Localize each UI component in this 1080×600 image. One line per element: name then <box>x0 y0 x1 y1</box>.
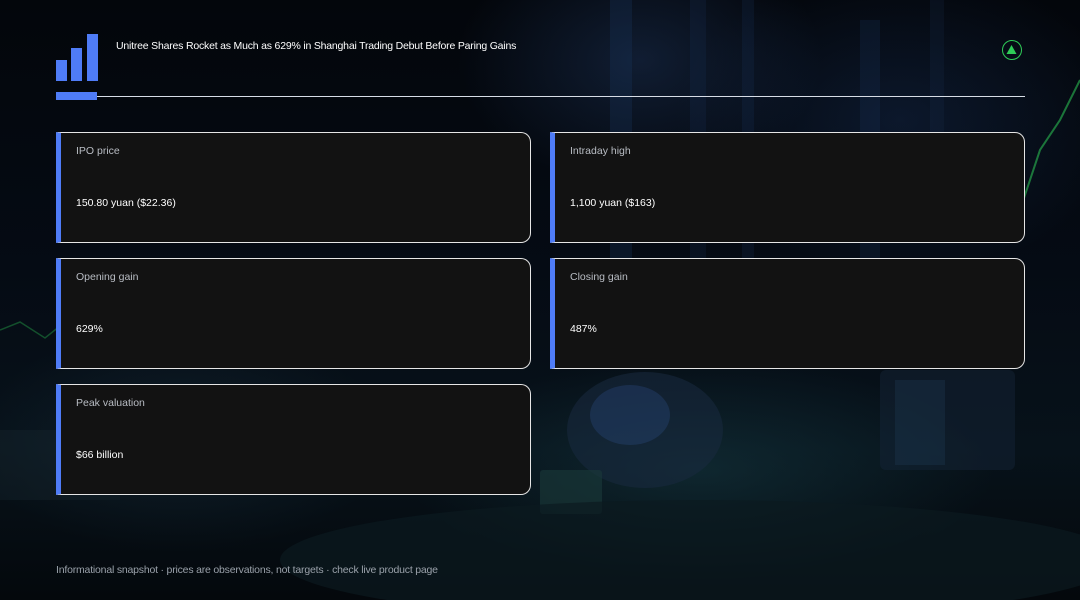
header-divider <box>56 96 1025 97</box>
logo-bar-medium <box>71 48 82 81</box>
stat-card-ipo-price: IPO price 150.80 yuan ($22.36) <box>56 132 531 243</box>
stat-card-peak-valuation: Peak valuation $66 billion <box>56 384 531 495</box>
stat-label: Intraday high <box>570 145 631 157</box>
stat-card-closing-gain: Closing gain 487% <box>550 258 1025 369</box>
stat-label: Opening gain <box>76 271 139 283</box>
logo-bar-tall <box>87 34 98 81</box>
stat-label: IPO price <box>76 145 120 157</box>
stat-value: 487% <box>570 323 597 335</box>
up-triangle-icon <box>1002 40 1022 60</box>
stat-card-intraday-high: Intraday high 1,100 yuan ($163) <box>550 132 1025 243</box>
header-divider-accent <box>56 92 97 100</box>
stat-label: Closing gain <box>570 271 628 283</box>
stat-value: $66 billion <box>76 449 124 461</box>
logo <box>56 34 98 81</box>
stat-value: 629% <box>76 323 103 335</box>
footer-note: Informational snapshot · prices are obse… <box>56 564 438 576</box>
logo-bar-short <box>56 60 67 81</box>
stat-value: 1,100 yuan ($163) <box>570 197 656 209</box>
stat-label: Peak valuation <box>76 397 145 409</box>
stat-value: 150.80 yuan ($22.36) <box>76 197 176 209</box>
page-title: Unitree Shares Rocket as Much as 629% in… <box>116 40 517 52</box>
up-triangle-glyph <box>1006 45 1017 54</box>
stat-card-opening-gain: Opening gain 629% <box>56 258 531 369</box>
